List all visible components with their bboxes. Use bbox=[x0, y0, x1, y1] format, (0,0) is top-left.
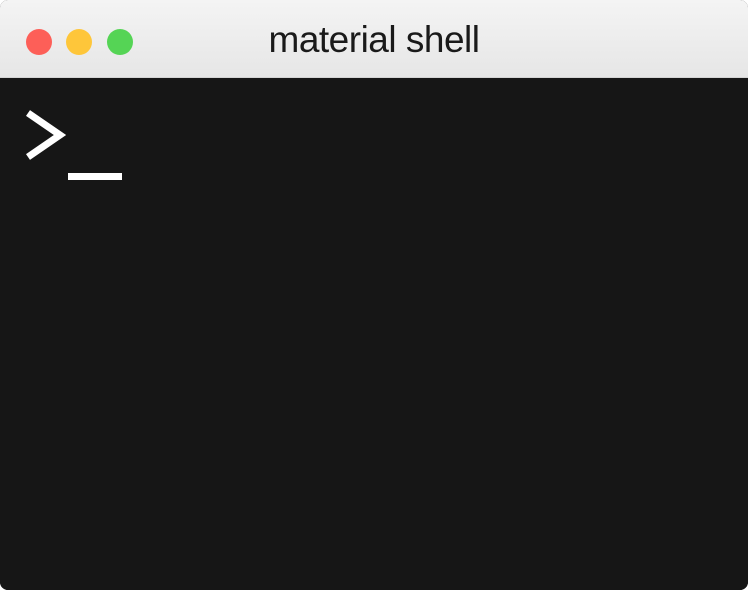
terminal-output-area[interactable] bbox=[0, 78, 748, 590]
window-titlebar[interactable]: material shell bbox=[0, 0, 748, 78]
text-cursor bbox=[68, 173, 122, 180]
chevron-right-icon bbox=[26, 110, 66, 160]
window-title: material shell bbox=[268, 19, 480, 60]
terminal-window: material shell bbox=[0, 0, 748, 590]
